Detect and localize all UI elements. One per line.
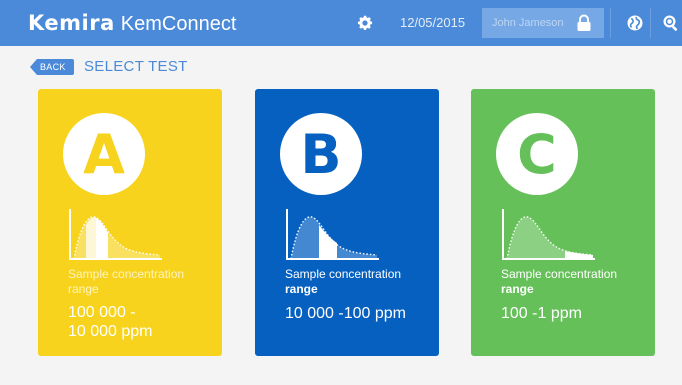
brand-logo: Kemira [28, 10, 115, 35]
concentration-curve-icon [286, 209, 379, 260]
globe-icon[interactable] [626, 14, 644, 32]
concentration-label: Sample concentration range [285, 267, 402, 296]
concentration-curve-icon [502, 209, 595, 260]
lock-icon[interactable] [576, 14, 592, 32]
header-divider [610, 8, 611, 38]
zoom-icon[interactable] [662, 14, 680, 32]
concentration-range-value: 100 -1 ppm [501, 305, 582, 322]
top-bar: Kemira KemConnect 12/05/2015 John Jameso… [0, 0, 682, 46]
test-letter-badge: C [496, 113, 578, 195]
concentration-range-value: 100 000 - 10 000 ppm [68, 304, 153, 340]
test-card-b[interactable]: B Sample concentration range 10 000 -100… [255, 89, 439, 356]
brand-app-name: KemConnect [120, 12, 237, 35]
concentration-range-value: 10 000 -100 ppm [285, 305, 406, 322]
test-card-c[interactable]: C Sample concentration range 100 -1 ppm [471, 89, 655, 356]
test-letter-badge: B [280, 113, 362, 195]
user-name: John Jameson [492, 17, 564, 29]
header-date: 12/05/2015 [400, 15, 466, 30]
page-title: SELECT TEST [84, 58, 188, 75]
concentration-label: Sample concentration range [501, 267, 618, 296]
back-button[interactable]: BACK [30, 59, 74, 75]
app-root: Kemira KemConnect 12/05/2015 John Jameso… [0, 0, 682, 385]
header-divider [650, 8, 651, 38]
gear-icon[interactable] [356, 14, 374, 32]
back-button-label: BACK [40, 62, 66, 72]
test-letter-badge: A [63, 113, 145, 195]
test-card-a[interactable]: A Sample concentration range 100 000 - 1… [38, 89, 222, 356]
concentration-curve-icon [69, 209, 162, 260]
brand: Kemira KemConnect [0, 11, 236, 36]
concentration-label: Sample concentration range [68, 267, 185, 296]
user-account[interactable]: John Jameson [482, 8, 604, 38]
